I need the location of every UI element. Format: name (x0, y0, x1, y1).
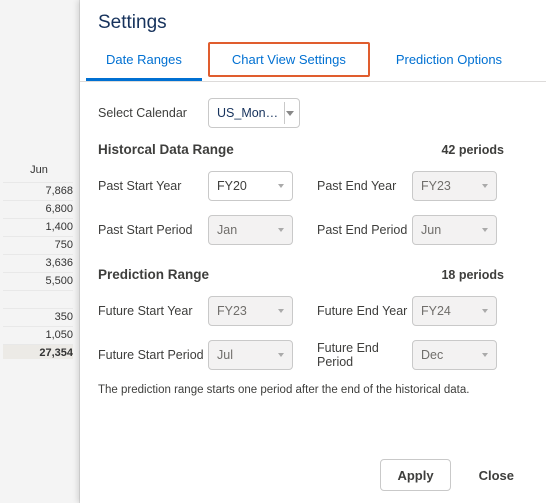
past-start-period-label: Past Start Period (98, 223, 208, 237)
past-start-period-dropdown[interactable]: Jan (208, 215, 293, 245)
chevron-down-icon (284, 102, 295, 124)
bg-cell-total: 27,354 (3, 344, 73, 359)
past-start-year-dropdown[interactable]: FY20 (208, 171, 293, 201)
future-start-year-dropdown[interactable]: FY23 (208, 296, 293, 326)
prediction-periods: 18 periods (441, 268, 504, 282)
historical-range-title: Historcal Data Range (98, 142, 234, 157)
tab-bar: Date Ranges Chart View Settings Predicti… (80, 44, 546, 82)
past-start-year-label: Past Start Year (98, 179, 208, 193)
chevron-down-icon (278, 353, 284, 357)
chevron-down-icon (482, 309, 488, 313)
select-calendar-label: Select Calendar (98, 106, 208, 120)
chevron-down-icon (482, 184, 488, 188)
future-end-period-label: Future End Period (317, 341, 412, 369)
tab-chart-view-settings[interactable]: Chart View Settings (208, 42, 370, 77)
future-end-period-dropdown[interactable]: Dec (412, 340, 497, 370)
chevron-down-icon (278, 309, 284, 313)
bg-cell: 3,636 (3, 254, 73, 269)
bg-cell: 7,868 (3, 182, 73, 197)
select-calendar-value: US_Mon… (217, 106, 278, 120)
chevron-down-icon (278, 184, 284, 188)
bg-col-header: Jun (0, 164, 78, 176)
prediction-range-title: Prediction Range (98, 267, 209, 282)
future-start-period-dropdown[interactable]: Jul (208, 340, 293, 370)
future-end-year-dropdown[interactable]: FY24 (412, 296, 497, 326)
bg-cell (3, 290, 73, 293)
historical-periods: 42 periods (441, 143, 504, 157)
chevron-down-icon (482, 353, 488, 357)
panel-footer: Apply Close (80, 444, 546, 503)
bg-cell: 1,050 (3, 326, 73, 341)
bg-cell: 5,500 (3, 272, 73, 287)
bg-cell: 350 (3, 308, 73, 323)
chevron-down-icon (482, 228, 488, 232)
tab-prediction-options[interactable]: Prediction Options (376, 44, 522, 81)
chevron-down-icon (278, 228, 284, 232)
past-end-year-dropdown[interactable]: FY23 (412, 171, 497, 201)
past-end-year-label: Past End Year (317, 179, 412, 193)
background-table: Jun 7,868 6,800 1,400 750 3,636 5,500 35… (0, 0, 80, 503)
settings-panel: Settings Date Ranges Chart View Settings… (80, 0, 546, 503)
close-button[interactable]: Close (463, 459, 530, 491)
past-end-period-label: Past End Period (317, 223, 412, 237)
bg-cell: 6,800 (3, 200, 73, 215)
bg-cell: 750 (3, 236, 73, 251)
prediction-hint: The prediction range starts one period a… (98, 384, 528, 396)
future-start-period-label: Future Start Period (98, 348, 208, 362)
past-end-period-dropdown[interactable]: Jun (412, 215, 497, 245)
future-end-year-label: Future End Year (317, 304, 412, 318)
panel-body: Select Calendar US_Mon… Historcal Data R… (80, 82, 546, 444)
future-start-year-label: Future Start Year (98, 304, 208, 318)
apply-button[interactable]: Apply (380, 459, 450, 491)
page-title: Settings (80, 0, 546, 44)
select-calendar-dropdown[interactable]: US_Mon… (208, 98, 300, 128)
bg-cell: 1,400 (3, 218, 73, 233)
tab-date-ranges[interactable]: Date Ranges (86, 44, 202, 81)
